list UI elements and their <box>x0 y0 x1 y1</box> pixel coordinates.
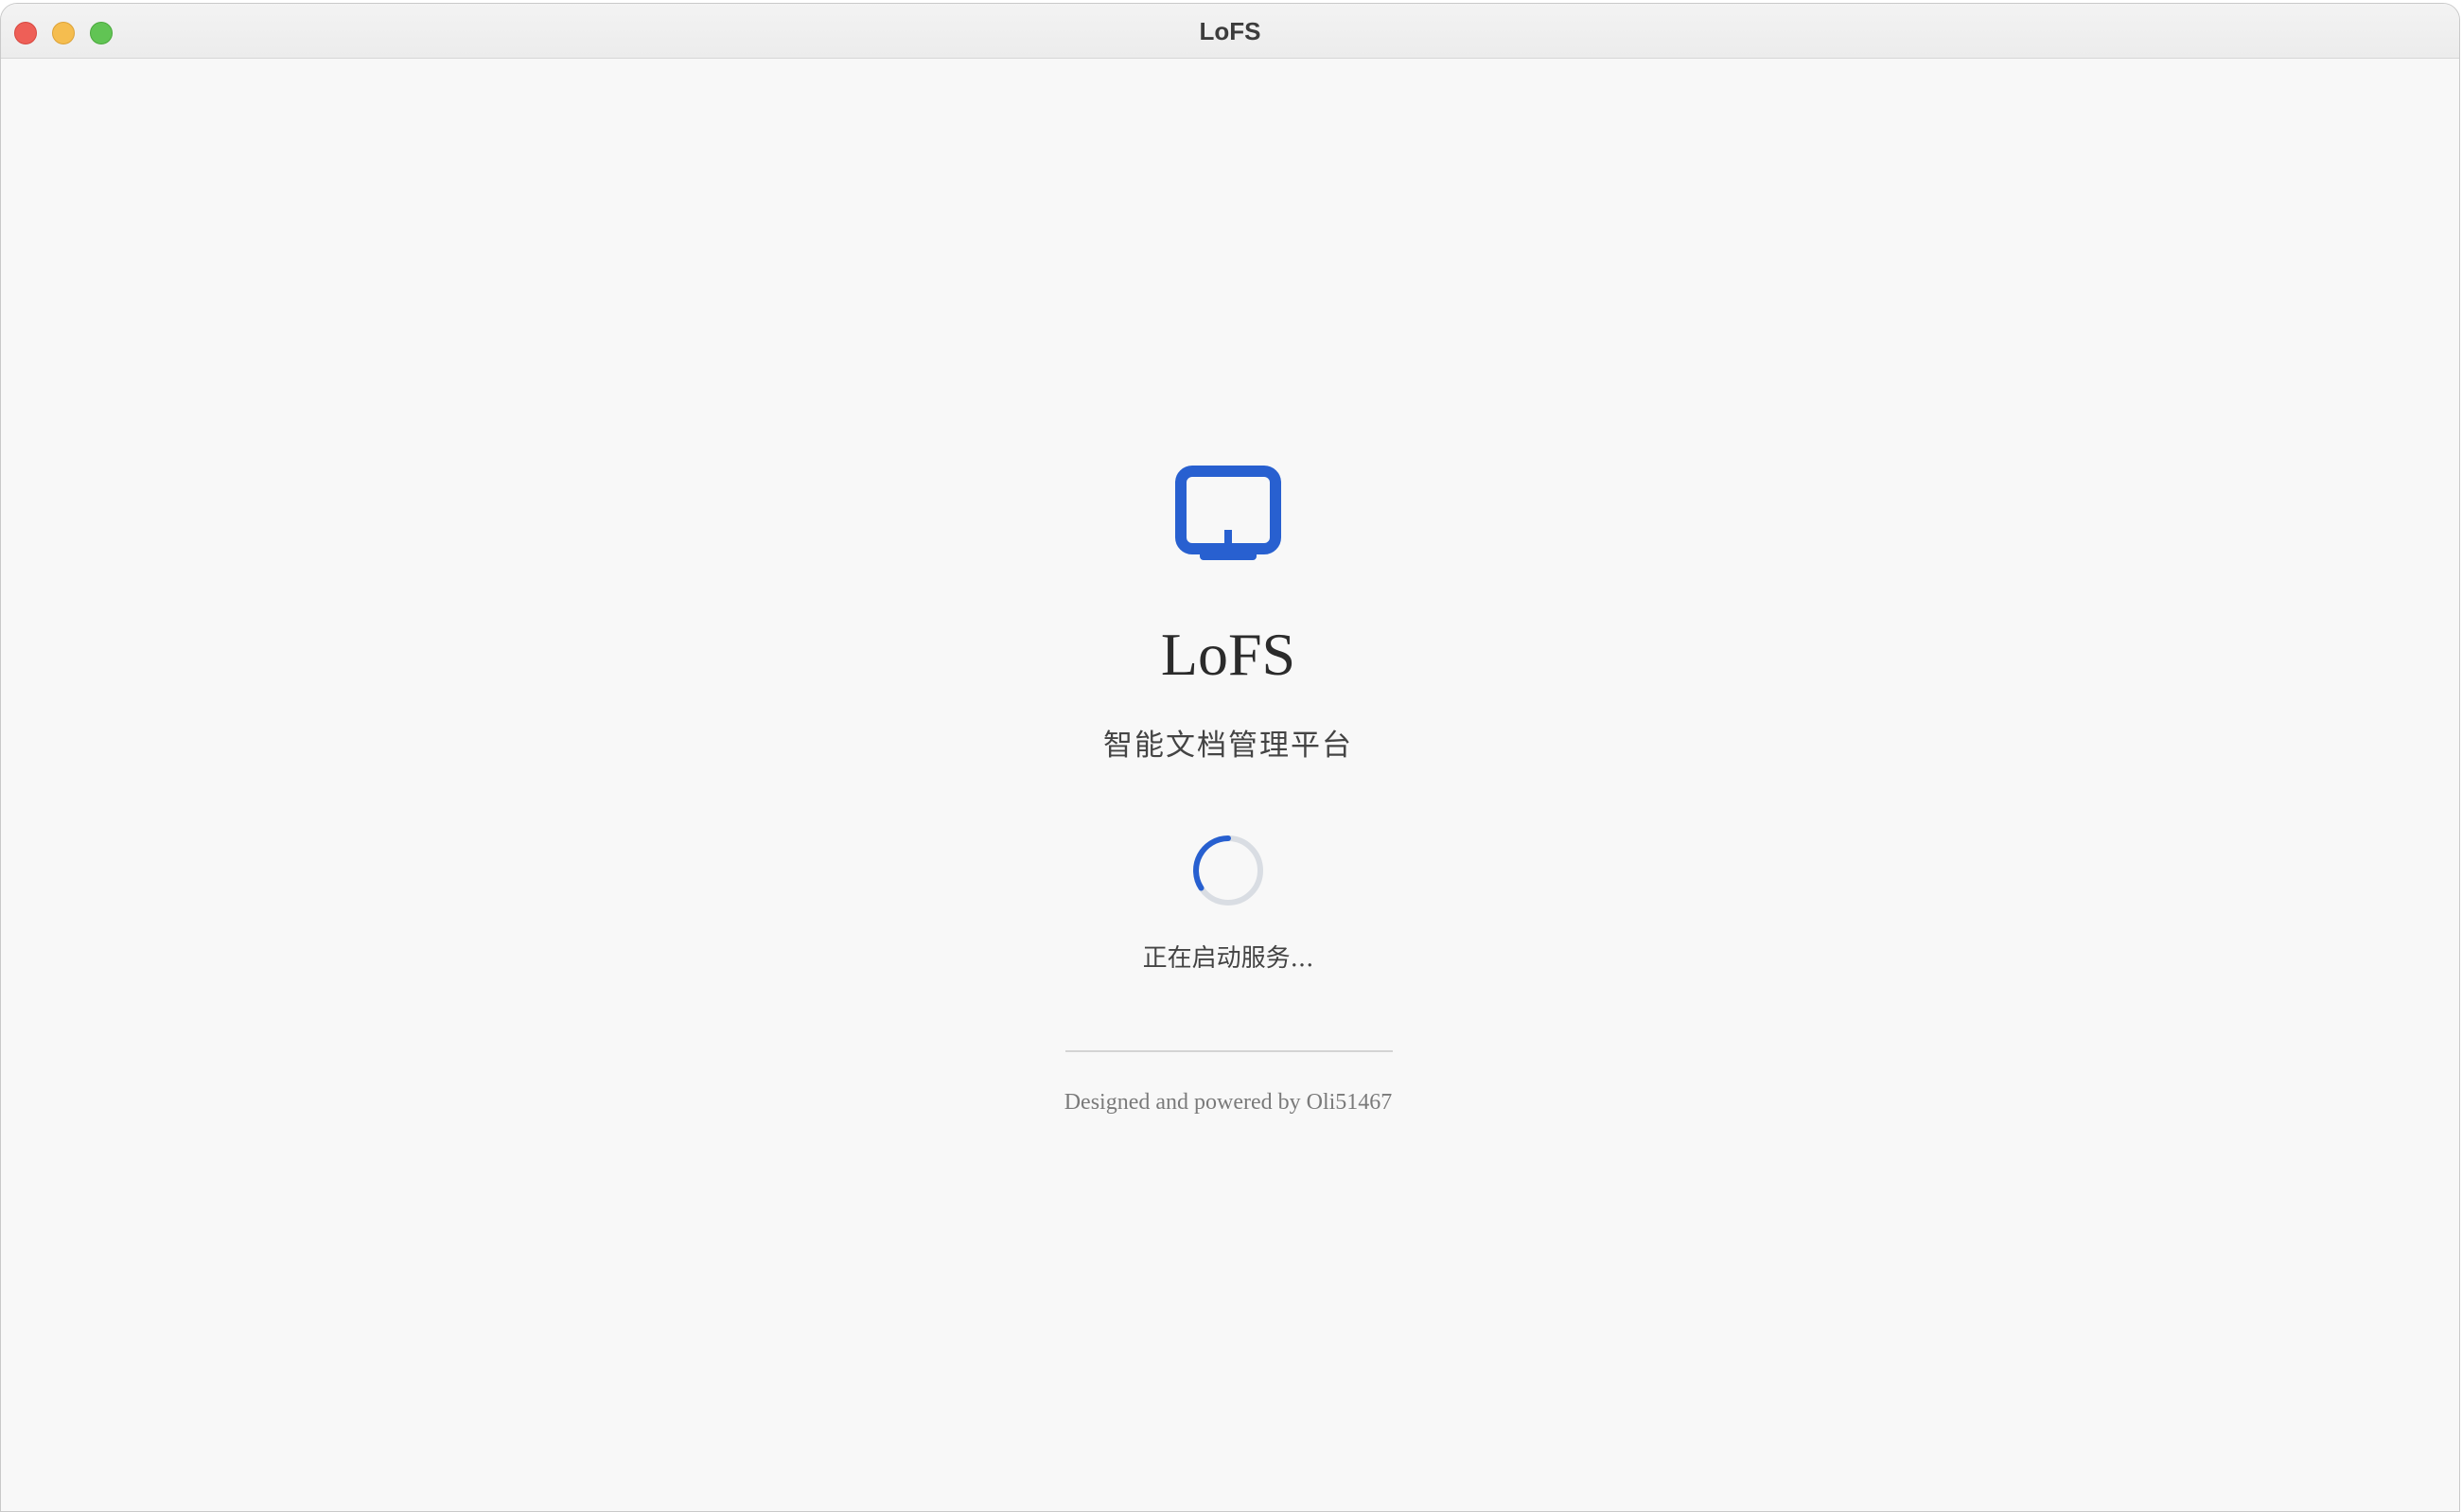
app-window: LoFS LoFS 智能文档管理平台 正在启动服务... Designed an… <box>0 3 2460 1512</box>
loading-spinner-icon <box>1193 835 1263 905</box>
credit-text: Designed and powered by Oli51467 <box>1064 1090 1393 1115</box>
app-name: LoFS <box>1160 621 1296 688</box>
splash-screen: LoFS 智能文档管理平台 正在启动服务... Designed and pow… <box>1 59 2459 1511</box>
window-title: LoFS <box>1199 17 1261 45</box>
divider <box>1065 1050 1393 1052</box>
monitor-icon <box>1175 466 1281 560</box>
title-bar[interactable]: LoFS <box>1 4 2459 59</box>
startup-status-text: 正在启动服务... <box>1142 944 1314 973</box>
app-subtitle: 智能文档管理平台 <box>1103 729 1353 763</box>
